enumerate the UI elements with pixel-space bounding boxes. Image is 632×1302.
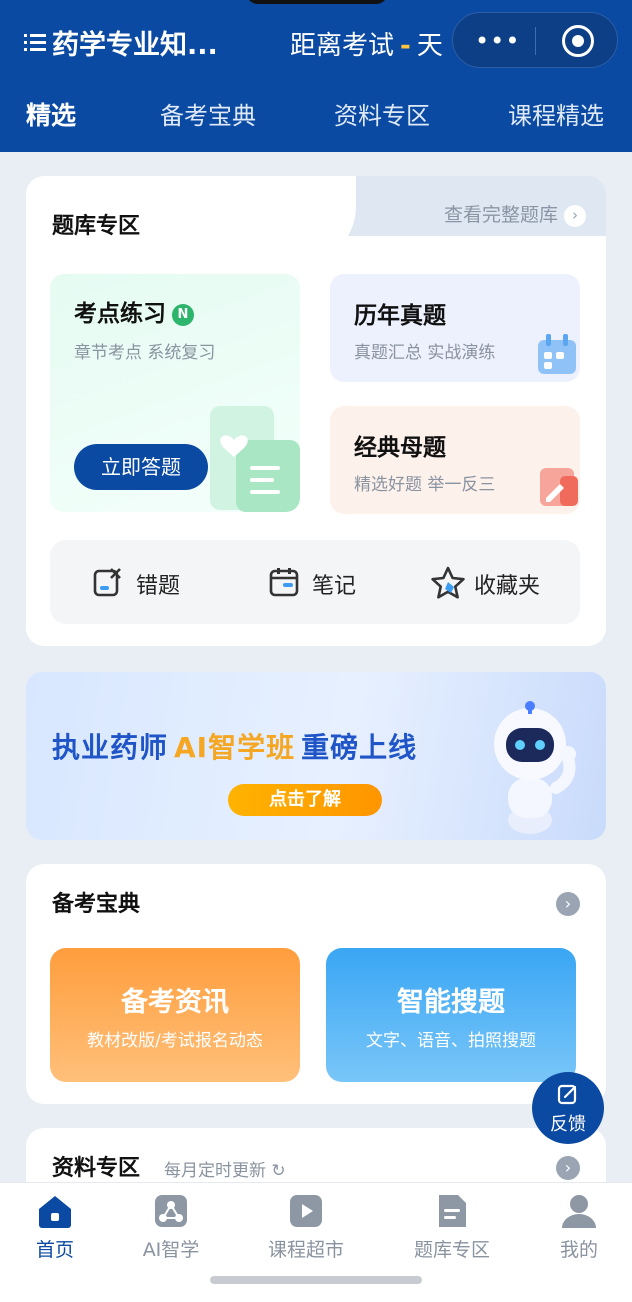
miniprogram-capsule: ••• [452, 12, 618, 68]
exam-news-subtitle: 教材改版/考试报名动态 [87, 1031, 263, 1051]
update-note-text: 每月定时更新 [164, 1161, 266, 1181]
nav-courses-label: 课程超市 [267, 1239, 344, 1261]
tab-featured[interactable]: 精选 [26, 96, 76, 132]
exam-news-title: 备考资讯 [121, 987, 229, 1018]
wrong-questions-label: 错题 [136, 574, 181, 599]
star-icon [431, 566, 465, 599]
new-badge: N [172, 304, 194, 326]
smart-search-tile[interactable]: 智能搜题 文字、语音、拍照搜题 [326, 948, 576, 1082]
banner-text-ai: AI智学班 [174, 731, 296, 764]
pencil-book-illustration-icon [540, 468, 578, 506]
countdown-prefix: 距离考试 [290, 31, 395, 61]
notes-label: 笔记 [312, 574, 357, 599]
countdown-value: - [400, 31, 411, 61]
practice-tile[interactable]: 考点练习 N 章节考点 系统复习 立即答题 [50, 274, 300, 512]
study-guide-title: 备考宝典 [52, 886, 140, 924]
tab-courses[interactable]: 课程精选 [508, 96, 604, 131]
banner-text-before: 执业药师 [52, 731, 169, 764]
banner-text-after: 重磅上线 [301, 731, 418, 764]
ai-study-icon [155, 1195, 187, 1227]
feedback-button[interactable]: 反馈 [532, 1072, 604, 1144]
start-answering-button[interactable]: 立即答题 [74, 444, 208, 490]
document-icon [439, 1195, 466, 1227]
chevron-right-icon[interactable]: › [556, 1156, 580, 1180]
view-all-label: 查看完整题库 [443, 204, 558, 226]
exam-countdown: 距离考试 - 天 [290, 25, 443, 62]
nav-profile-label: 我的 [559, 1239, 598, 1261]
document-illustration-icon [210, 406, 300, 512]
play-icon [290, 1195, 322, 1227]
edit-icon [557, 1084, 577, 1105]
favorites-label: 收藏夹 [474, 574, 541, 599]
notes-icon [269, 568, 299, 597]
view-all-link[interactable]: 查看完整题库 › [444, 200, 586, 227]
robot-mascot-icon [494, 701, 576, 834]
menu-icon[interactable] [24, 31, 46, 53]
chevron-right-icon[interactable]: › [556, 892, 580, 916]
refresh-icon: ↻ [271, 1161, 286, 1181]
nav-home[interactable]: 首页 [0, 1193, 110, 1262]
nav-ai-study[interactable]: AI智学 [116, 1193, 226, 1262]
tab-study-guide[interactable]: 备考宝典 [160, 96, 256, 131]
classic-subtitle: 精选好题 举一反三 [354, 475, 496, 495]
question-tools-bar: 错题 笔记 收藏夹 [50, 540, 580, 624]
tab-resources[interactable]: 资料专区 [334, 96, 430, 131]
smart-search-subtitle: 文字、语音、拍照搜题 [366, 1031, 536, 1051]
study-guide-card: 备考宝典 › 备考资讯 教材改版/考试报名动态 智能搜题 文字、语音、拍照搜题 [26, 864, 606, 1104]
past-exams-subtitle: 真题汇总 实战演练 [354, 343, 496, 363]
practice-subtitle: 章节考点 系统复习 [74, 343, 216, 363]
feedback-label: 反馈 [550, 1114, 586, 1135]
calendar-illustration-icon [538, 334, 576, 374]
nav-courses[interactable]: 课程超市 [251, 1193, 361, 1262]
chevron-right-icon: › [564, 205, 586, 227]
practice-title-wrap: 考点练习 N [74, 294, 194, 328]
countdown-unit: 天 [416, 31, 443, 61]
banner-headline: 执业药师 AI智学班 重磅上线 [52, 726, 417, 766]
question-bank-title: 题库专区 [52, 208, 140, 246]
question-bank-card: 题库专区 查看完整题库 › 考点练习 N 章节考点 系统复习 立即答题 历年真题 真… [26, 176, 606, 646]
learn-more-button[interactable]: 点击了解 [228, 784, 382, 816]
nav-ai-study-label: AI智学 [142, 1239, 200, 1261]
practice-title: 考点练习 [74, 301, 166, 327]
top-header: 药学专业知... 距离考试 - 天 ••• 精选 备考宝典 资料专区 课程精选 [0, 0, 632, 152]
app-title[interactable]: 药学专业知... [52, 23, 218, 62]
more-options-icon[interactable]: ••• [475, 27, 520, 55]
nav-question-bank-label: 题库专区 [413, 1239, 490, 1261]
home-icon [39, 1196, 71, 1228]
nav-profile[interactable]: 我的 [524, 1193, 632, 1262]
classic-questions-tile[interactable]: 经典母题 精选好题 举一反三 [330, 406, 580, 514]
past-exams-tile[interactable]: 历年真题 真题汇总 实战演练 [330, 274, 580, 382]
user-icon [562, 1195, 596, 1228]
device-notch [246, 0, 388, 4]
resources-title: 资料专区 [52, 1150, 140, 1188]
wrong-questions-icon [93, 568, 121, 597]
nav-home-label: 首页 [35, 1239, 74, 1261]
top-tabs: 精选 备考宝典 资料专区 课程精选 [0, 96, 632, 138]
capsule-divider [535, 27, 536, 55]
monthly-update-note: 每月定时更新 ↻ [164, 1156, 286, 1181]
bottom-navigation: 首页 AI智学 课程超市 题库专区 我的 [0, 1182, 632, 1302]
ai-class-banner[interactable]: 执业药师 AI智学班 重磅上线 点击了解 [26, 672, 606, 840]
exam-news-tile[interactable]: 备考资讯 教材改版/考试报名动态 [50, 948, 300, 1082]
home-indicator[interactable] [210, 1276, 422, 1284]
past-exams-title: 历年真题 [354, 303, 446, 329]
smart-search-title: 智能搜题 [397, 987, 505, 1018]
close-target-icon[interactable] [562, 25, 594, 57]
classic-title: 经典母题 [354, 435, 446, 461]
nav-question-bank[interactable]: 题库专区 [397, 1193, 507, 1262]
